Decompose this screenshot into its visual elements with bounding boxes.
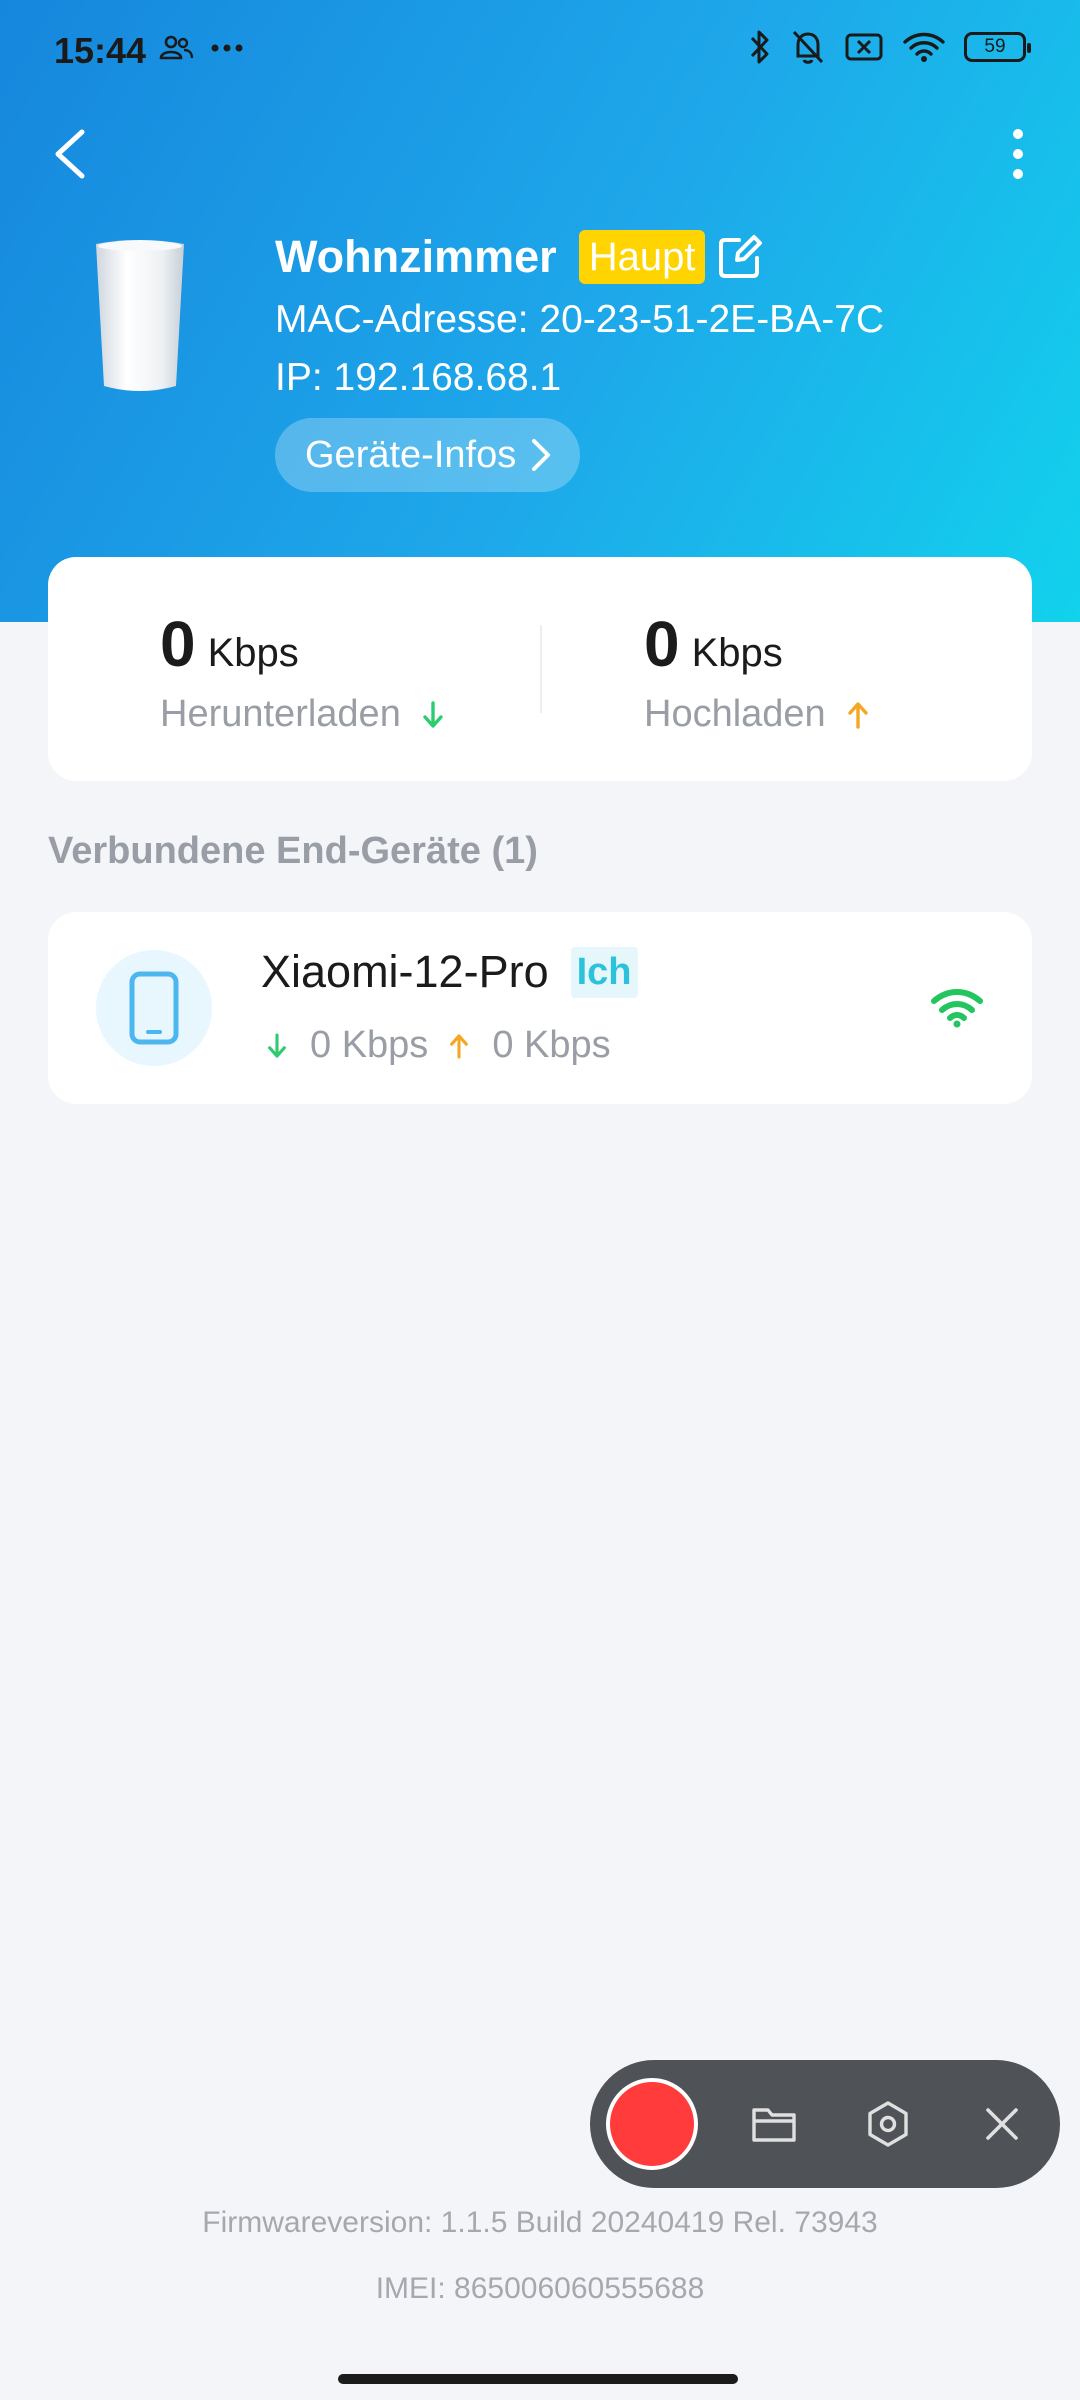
status-right-icons: 59 bbox=[748, 28, 1031, 66]
client-name-row: Xiaomi-12-Pro Ich bbox=[261, 946, 638, 998]
wifi-signal-icon bbox=[931, 989, 983, 1028]
battery-level: 59 bbox=[984, 36, 1006, 57]
arrow-down-icon bbox=[423, 700, 443, 728]
router-ip-address: IP: 192.168.68.1 bbox=[275, 356, 562, 399]
folder-icon[interactable] bbox=[750, 2100, 798, 2148]
imei-number: IMEI: 865006060555688 bbox=[375, 2272, 705, 2305]
arrow-up-icon bbox=[450, 1033, 469, 1059]
client-avatar bbox=[96, 950, 212, 1066]
upload-speed-value: 0 bbox=[644, 608, 680, 680]
status-time: 15:44 bbox=[54, 30, 147, 71]
status-left-icons bbox=[158, 34, 244, 62]
client-rates: 0 Kbps 0 Kbps bbox=[266, 1024, 611, 1067]
screen-recorder-toolbar bbox=[590, 2060, 1060, 2188]
close-icon[interactable] bbox=[978, 2100, 1026, 2148]
main-router-badge: Haupt bbox=[578, 230, 706, 284]
device-info-button[interactable]: Geräte-Infos bbox=[275, 418, 581, 492]
upload-speed: 0 Kbps Hochladen bbox=[644, 607, 870, 736]
download-speed-unit: Kbps bbox=[207, 631, 299, 675]
bluetooth-icon bbox=[750, 30, 769, 64]
arrow-down-icon bbox=[268, 1032, 286, 1058]
client-card[interactable]: Xiaomi-12-Pro Ich 0 Kbps 0 Kbps bbox=[48, 912, 1032, 1104]
client-download-rate: 0 Kbps bbox=[310, 1024, 429, 1066]
people-icon bbox=[159, 35, 194, 60]
client-upload-rate: 0 Kbps bbox=[492, 1024, 611, 1066]
download-label: Herunterladen bbox=[160, 693, 401, 735]
sim-off-icon bbox=[845, 33, 883, 61]
router-mac-address: MAC-Adresse: 20-23-51-2E-BA-7C bbox=[275, 298, 885, 341]
firmware-version: Firmwareversion: 1.1.5 Build 20240419 Re… bbox=[202, 2206, 878, 2239]
this-device-badge: Ich bbox=[570, 946, 638, 998]
mute-bell-icon bbox=[792, 30, 824, 64]
router-name: Wohnzimmer bbox=[275, 231, 557, 282]
edit-icon[interactable] bbox=[715, 232, 765, 282]
back-arrow-icon[interactable] bbox=[46, 124, 96, 184]
settings-icon[interactable] bbox=[864, 2100, 912, 2148]
upload-label: Hochladen bbox=[644, 693, 826, 735]
chevron-right-icon bbox=[532, 439, 551, 471]
router-image bbox=[96, 240, 184, 391]
status-bar: 15:44 59 bbox=[0, 0, 1080, 100]
more-dots-icon bbox=[211, 44, 243, 52]
device-info-label: Geräte-Infos bbox=[305, 433, 517, 476]
home-indicator[interactable] bbox=[338, 2374, 738, 2384]
arrow-up-icon bbox=[847, 701, 868, 729]
smartphone-icon bbox=[129, 971, 179, 1045]
client-name: Xiaomi-12-Pro bbox=[261, 946, 549, 997]
battery-icon: 59 bbox=[964, 32, 1031, 62]
upload-speed-unit: Kbps bbox=[691, 631, 783, 675]
speed-card: 0 Kbps Herunterladen 0 Kbps Hochladen bbox=[48, 557, 1032, 781]
record-button[interactable] bbox=[606, 2078, 698, 2170]
wifi-status-icon bbox=[903, 32, 945, 62]
download-speed: 0 Kbps Herunterladen bbox=[160, 607, 445, 736]
router-name-row: Wohnzimmer Haupt bbox=[275, 230, 765, 284]
download-speed-value: 0 bbox=[160, 608, 196, 680]
speed-divider bbox=[540, 625, 542, 713]
connected-devices-title: Verbundene End-Geräte (1) bbox=[48, 830, 538, 872]
more-options-icon[interactable] bbox=[998, 124, 1038, 184]
